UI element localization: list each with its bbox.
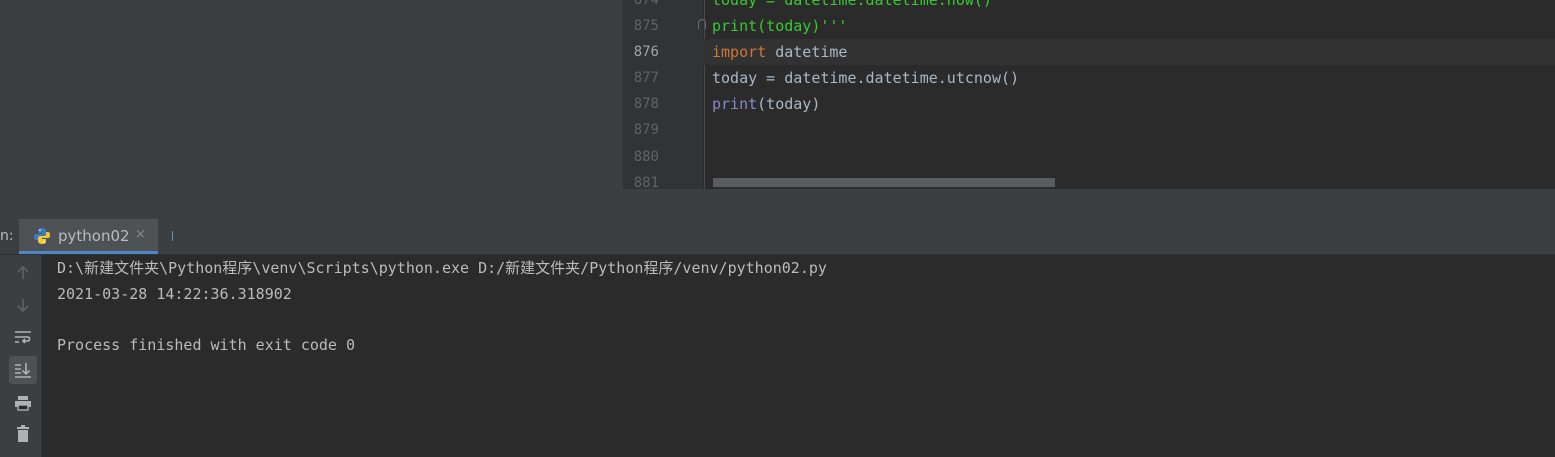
trash-icon[interactable] [9, 420, 37, 448]
python-icon [34, 228, 50, 244]
arrow-down-icon[interactable] [9, 291, 37, 319]
code-token: (today) [757, 95, 821, 113]
code-token: datetime [766, 43, 848, 61]
code-line[interactable]: today = datetime.datetime.now() [712, 0, 992, 13]
project-panel [0, 0, 623, 219]
line-number: 877 [633, 70, 659, 86]
console-output[interactable]: D:\新建文件夹\Python程序\venv\Scripts\python.ex… [42, 255, 1555, 457]
code-line[interactable]: print(today)''' [712, 13, 847, 39]
tab-edge-marker [172, 231, 178, 241]
keyword-token: import [712, 43, 767, 61]
editor-footer [623, 189, 1555, 219]
line-number-current: 876 [633, 44, 659, 60]
line-number: 881 [633, 175, 659, 189]
code-editor[interactable]: 874 875 876 877 878 879 880 881 today = … [623, 0, 1555, 189]
line-number: 880 [633, 149, 659, 165]
line-number-gutter: 874 875 876 877 878 879 880 881 [623, 0, 703, 189]
console-command-line: D:\新建文件夹\Python程序\venv\Scripts\python.ex… [57, 259, 827, 277]
builtin-token: print [712, 95, 758, 113]
run-label: n: [0, 228, 14, 244]
horizontal-scrollbar[interactable] [713, 178, 1055, 187]
scroll-to-end-icon[interactable] [9, 356, 37, 384]
code-line[interactable]: today = datetime.datetime.utcnow() [712, 65, 1019, 91]
soft-wrap-icon[interactable] [9, 323, 37, 351]
print-icon[interactable] [9, 389, 37, 417]
line-number: 875 [633, 18, 659, 34]
arrow-up-icon[interactable] [9, 259, 37, 287]
line-number: 878 [633, 96, 659, 112]
tab-title: python02 [58, 227, 130, 245]
code-line[interactable]: import datetime [712, 39, 847, 65]
run-tab-bar: n: python02 × [0, 219, 1555, 255]
run-side-toolbar [0, 255, 42, 457]
close-icon[interactable]: × [135, 227, 146, 242]
tab-python02[interactable]: python02 × [19, 219, 173, 254]
console-output-line: 2021-03-28 14:22:36.318902 [57, 285, 292, 303]
line-number: 879 [633, 122, 659, 138]
code-line[interactable]: print(today) [712, 91, 820, 117]
console-exit-message: Process finished with exit code 0 [57, 336, 356, 354]
line-number: 874 [633, 0, 659, 8]
fold-marker-icon[interactable] [698, 19, 706, 29]
